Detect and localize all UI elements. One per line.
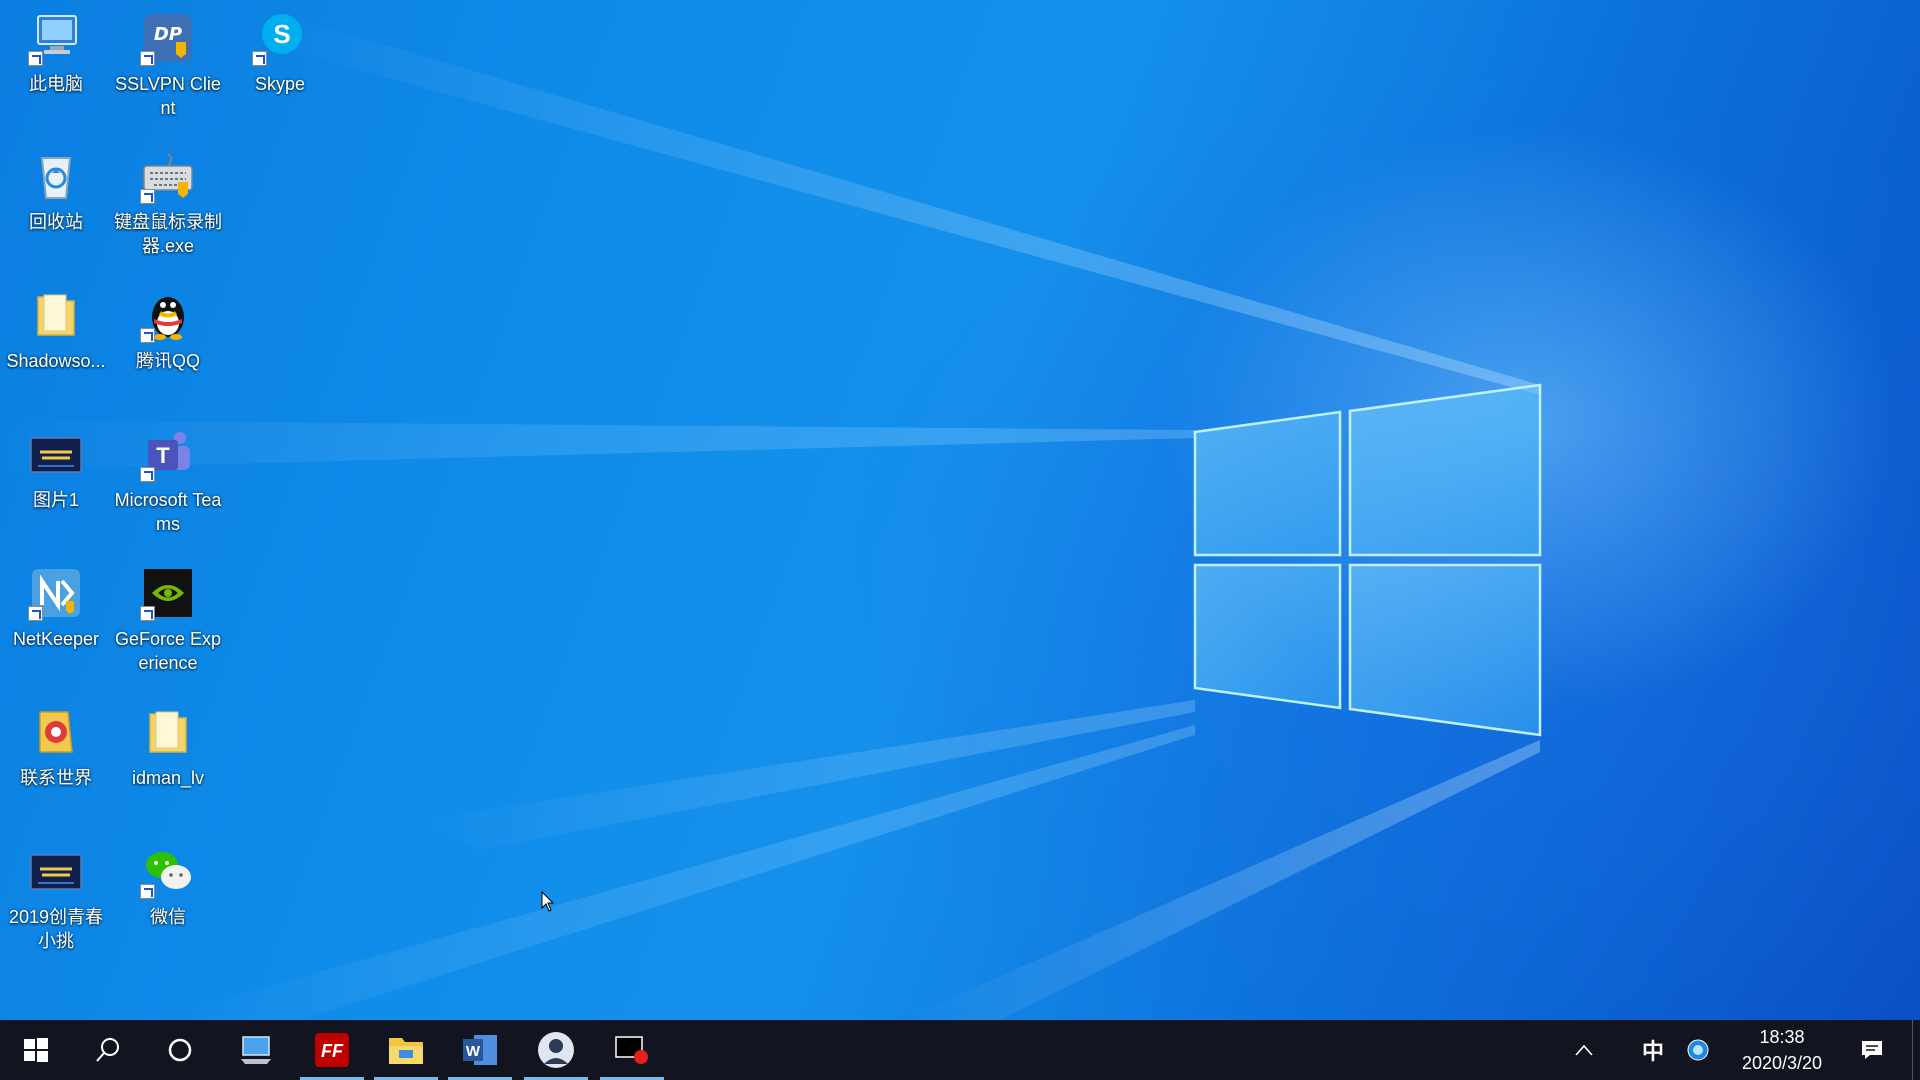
desktop-icon-label: 联系世界 <box>20 768 92 788</box>
qq-icon <box>140 287 196 343</box>
desktop-background[interactable]: 此电脑 回收站 Shadowso... 图片1 NetKeeper 联系世界 2… <box>0 0 1920 1020</box>
taskbar-this-pc[interactable] <box>220 1020 292 1080</box>
desktop-icon-netkeeper[interactable]: NetKeeper <box>0 565 112 651</box>
netkeeper-icon <box>28 565 84 621</box>
action-center-icon <box>1862 1041 1882 1059</box>
sslvpn-icon: DP <box>140 10 196 66</box>
contact-world-icon <box>28 704 84 760</box>
desktop-icon-label: GeForce Experience <box>114 629 222 673</box>
taskbar-screen-recorder[interactable] <box>596 1020 668 1080</box>
recycle-bin-icon <box>28 148 84 204</box>
desktop-icon-label: Skype <box>254 74 306 94</box>
computer-icon <box>241 1036 271 1064</box>
wechat-icon <box>140 843 196 899</box>
desktop-icon-wechat[interactable]: 微信 <box>112 843 224 929</box>
taskbar-filezilla[interactable]: FF <box>296 1020 368 1080</box>
desktop-icon-this-pc[interactable]: 此电脑 <box>0 10 112 96</box>
geforce-icon <box>140 565 196 621</box>
folder-icon <box>28 287 84 343</box>
svg-text:DP: DP <box>154 24 182 45</box>
network-badge-icon <box>1687 1039 1709 1061</box>
skype-icon: S <box>252 10 308 66</box>
desktop-icon-label: 键盘鼠标录制器.exe <box>114 212 222 256</box>
desktop-icon-2019-photo[interactable]: 2019创青春小挑 <box>0 843 112 953</box>
cortana-circle-icon <box>168 1038 192 1062</box>
desktop-icon-label: 回收站 <box>29 212 83 232</box>
word-icon: W <box>463 1035 497 1065</box>
desktop-icon-label: 此电脑 <box>29 74 83 94</box>
svg-text:FF: FF <box>321 1041 344 1061</box>
show-desktop-button[interactable] <box>1912 1020 1920 1080</box>
taskbar-word[interactable]: W <box>444 1020 516 1080</box>
desktop-icon-geforce[interactable]: GeForce Experience <box>112 565 224 675</box>
taskbar-file-explorer[interactable] <box>370 1020 442 1080</box>
windows-start-icon <box>24 1038 48 1062</box>
avatar-icon <box>538 1032 574 1068</box>
desktop-icon-label: SSLVPN Client <box>115 74 221 118</box>
taskbar-qq-avatar[interactable] <box>520 1020 592 1080</box>
image-icon <box>28 426 84 482</box>
filezilla-icon: FF <box>315 1033 349 1067</box>
desktop-icon-shadowsocks[interactable]: Shadowso... <box>0 287 112 373</box>
desktop-icon-sslvpn[interactable]: DP SSLVPN Client <box>112 10 224 120</box>
ime-indicator[interactable]: 中 <box>1636 1020 1670 1080</box>
network-tray-button[interactable] <box>1680 1020 1716 1080</box>
desktop-icon-label: Shadowso... <box>6 351 106 371</box>
chevron-up-icon <box>1575 1044 1593 1056</box>
desktop-icon-skype[interactable]: S Skype <box>224 10 336 96</box>
start-button[interactable] <box>0 1020 72 1080</box>
windows-logo-wallpaper <box>1193 383 1542 737</box>
mouse-cursor-icon <box>541 891 555 912</box>
ime-label: 中 <box>1641 1040 1664 1065</box>
desktop-icon-label: 2019创青春小挑 <box>8 907 104 951</box>
teams-icon: T <box>140 426 196 482</box>
file-explorer-icon <box>389 1038 423 1064</box>
this-pc-icon <box>28 10 84 66</box>
desktop-icon-label: NetKeeper <box>12 629 100 649</box>
folder-icon <box>140 704 196 760</box>
keyboard-recorder-icon <box>140 148 196 204</box>
search-button[interactable] <box>72 1020 144 1080</box>
desktop-icon-idman[interactable]: idman_lv <box>112 704 224 790</box>
taskbar: FF W 中 18:38 2020/3/20 <box>0 1020 1920 1080</box>
cortana-button[interactable] <box>144 1020 216 1080</box>
svg-text:W: W <box>466 1043 481 1060</box>
desktop-icon-label: 微信 <box>150 907 186 927</box>
desktop-icon-teams[interactable]: T Microsoft Teams <box>112 426 224 536</box>
desktop-icon-image1[interactable]: 图片1 <box>0 426 112 512</box>
desktop-icon-label: Microsoft Teams <box>114 490 222 534</box>
desktop-icon-label: 腾讯QQ <box>135 351 200 371</box>
clock-date: 2020/3/20 <box>1741 1053 1823 1073</box>
desktop-icon-label: 图片1 <box>32 490 79 510</box>
show-hidden-icons-button[interactable] <box>1568 1020 1600 1080</box>
desktop-icon-qq[interactable]: 腾讯QQ <box>112 287 224 373</box>
desktop-icon-recycle-bin[interactable]: 回收站 <box>0 148 112 234</box>
desktop-icon-keyboard-recorder[interactable]: 键盘鼠标录制器.exe <box>112 148 224 258</box>
record-icon <box>615 1036 648 1064</box>
image-icon <box>28 843 84 899</box>
desktop-icon-label: idman_lv <box>131 768 205 788</box>
desktop-icon-contact-world[interactable]: 联系世界 <box>0 704 112 790</box>
svg-text:S: S <box>273 19 290 49</box>
search-icon <box>96 1038 119 1062</box>
clock[interactable]: 18:38 2020/3/20 <box>1732 1020 1832 1080</box>
action-center-button[interactable] <box>1852 1020 1892 1080</box>
wallpaper-light-beams <box>0 20 1540 1020</box>
clock-time: 18:38 <box>1759 1027 1805 1047</box>
svg-text:T: T <box>156 443 170 468</box>
